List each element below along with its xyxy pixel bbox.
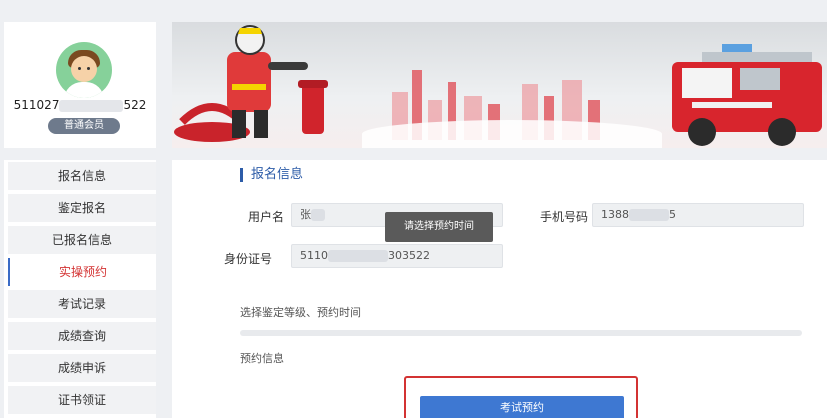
exam-booking-button[interactable]: 考试预约	[420, 396, 624, 418]
username-label: 用户名	[248, 210, 285, 224]
idcard-field[interactable]: 5110 303522	[291, 244, 503, 268]
sidebar-item-registration-info[interactable]: 报名信息	[8, 162, 156, 190]
firefighter-illustration	[174, 25, 328, 142]
firefighter-banner	[172, 22, 827, 148]
user-id: 511027 522	[4, 98, 156, 112]
sidebar-item-registered-info[interactable]: 已报名信息	[8, 226, 156, 254]
profile-card: 511027 522 普通会员	[4, 22, 156, 148]
member-badge: 普通会员	[48, 118, 120, 134]
sidebar-item-score-query[interactable]: 成绩查询	[8, 322, 156, 350]
booking-time-tooltip: 请选择预约时间	[385, 212, 493, 242]
avatar	[56, 42, 112, 98]
phone-label: 手机号码	[540, 210, 589, 224]
idcard-prefix: 5110	[300, 249, 328, 262]
booking-info-label: 预约信息	[240, 352, 284, 365]
sidebar-nav: 报名信息 鉴定报名 已报名信息 实操预约 考试记录 成绩查询 成绩申诉 证书领证	[4, 160, 156, 418]
username-value: 张	[300, 208, 311, 221]
main-panel: 报名信息 用户名 张 手机号码 1388 5 身份证号 5110 303522 请选…	[172, 160, 827, 418]
masked-segment	[59, 99, 124, 112]
phone-field[interactable]: 1388 5	[592, 203, 804, 227]
level-time-hint: 选择鉴定等级、预约时间	[240, 306, 361, 319]
idcard-suffix: 303522	[388, 249, 430, 262]
phone-prefix: 1388	[601, 208, 629, 221]
section-title: 报名信息	[240, 168, 303, 182]
sidebar-item-appraisal-registration[interactable]: 鉴定报名	[8, 194, 156, 222]
user-id-prefix: 511027	[13, 98, 60, 112]
idcard-label: 身份证号	[224, 252, 273, 266]
sidebar-item-exam-records[interactable]: 考试记录	[8, 290, 156, 318]
phone-suffix: 5	[669, 208, 676, 221]
sidebar-item-certificate[interactable]: 证书领证	[8, 386, 156, 414]
user-id-suffix: 522	[123, 98, 147, 112]
fire-truck-illustration	[672, 44, 822, 146]
divider	[240, 330, 802, 336]
sidebar-item-score-appeal[interactable]: 成绩申诉	[8, 354, 156, 382]
sidebar-item-practical-booking[interactable]: 实操预约	[8, 258, 156, 286]
